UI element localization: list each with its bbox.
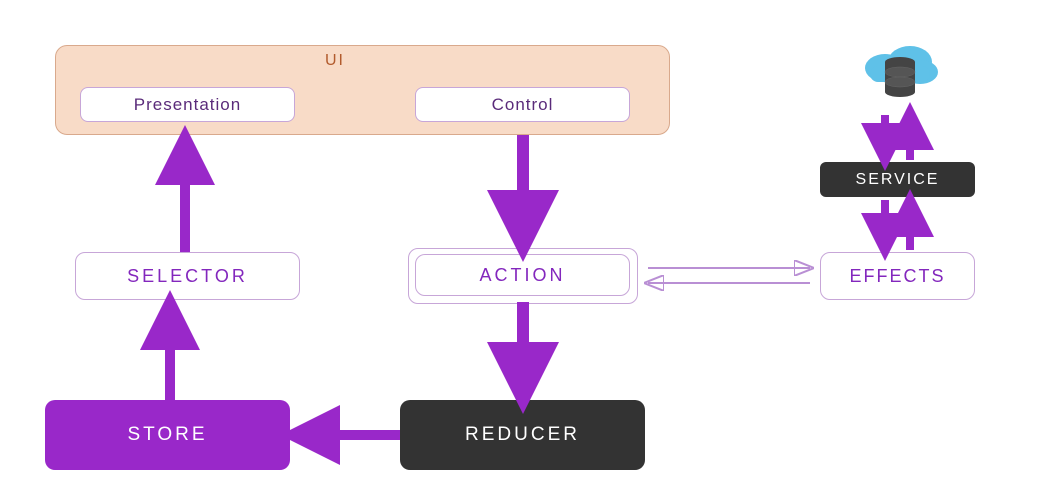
action-box: ACTION bbox=[415, 254, 630, 296]
cloud-database-icon bbox=[860, 40, 940, 110]
store-box: STORE bbox=[45, 400, 290, 470]
ui-title: UI bbox=[325, 52, 345, 70]
selector-box: SELECTOR bbox=[75, 252, 300, 300]
control-box: Control bbox=[415, 87, 630, 122]
reducer-box: REDUCER bbox=[400, 400, 645, 470]
presentation-box: Presentation bbox=[80, 87, 295, 122]
service-box: SERVICE bbox=[820, 162, 975, 197]
effects-box: EFFECTS bbox=[820, 252, 975, 300]
